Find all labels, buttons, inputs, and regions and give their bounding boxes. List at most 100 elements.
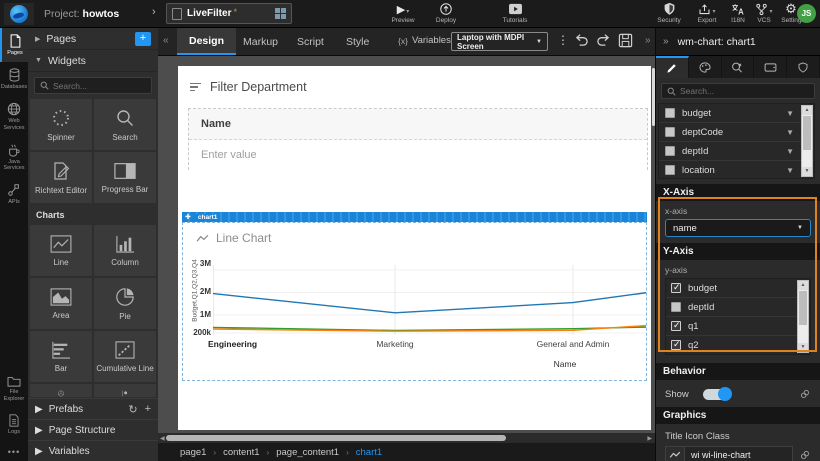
device-selector[interactable]: Laptop with MDPI Screen ▼ xyxy=(451,32,548,51)
chart-selection-bar[interactable]: ✚ chart1 xyxy=(182,212,647,222)
checkbox[interactable] xyxy=(671,321,681,331)
checkbox[interactable] xyxy=(665,165,675,175)
scroll-up-icon[interactable]: ▲ xyxy=(798,281,808,290)
redo-icon[interactable] xyxy=(596,33,611,47)
line-chart-widget[interactable]: Line Chart Budget,Q1,Q2,Q3,Q4 3M 2M 1M 2… xyxy=(182,222,647,381)
tab-style[interactable]: Style xyxy=(334,28,381,55)
preview-button[interactable]: ▶▾ Preview xyxy=(382,2,424,24)
prefabs-section-header[interactable]: ▶ Prefabs ↻ + xyxy=(28,398,158,419)
variables-button[interactable]: {x} Variables ▾ xyxy=(398,35,458,46)
widget-search-input[interactable] xyxy=(53,81,143,91)
scroll-down-icon[interactable]: ▼ xyxy=(798,343,808,352)
y-option-deptid[interactable]: deptId xyxy=(666,298,810,317)
chevron-down-icon[interactable]: ▼ xyxy=(786,166,794,175)
breadcrumb-chart1[interactable]: chart1 xyxy=(356,447,382,458)
field-list-scrollbar[interactable]: ▲ ▼ xyxy=(801,105,813,177)
property-search-input[interactable] xyxy=(680,86,800,96)
tab-device[interactable] xyxy=(754,56,787,78)
widget-tile-area[interactable]: Area xyxy=(30,278,92,329)
bind-property-icon[interactable] xyxy=(799,388,811,400)
bind-property-icon[interactable] xyxy=(799,449,811,461)
scroll-down-icon[interactable]: ▼ xyxy=(802,167,812,176)
security-button[interactable]: Security xyxy=(648,2,690,24)
widget-search[interactable] xyxy=(34,77,152,94)
field-row-location[interactable]: location ▼ xyxy=(659,161,814,179)
checkbox[interactable] xyxy=(665,146,675,156)
checkbox[interactable] xyxy=(671,283,681,293)
widget-tile-partial-2[interactable] xyxy=(94,384,156,397)
variables-section-header[interactable]: ▶ Variables xyxy=(28,440,158,461)
collapse-right-icon[interactable]: » xyxy=(645,35,651,46)
wavemaker-logo[interactable] xyxy=(4,3,34,25)
widget-tile-column[interactable]: Column xyxy=(94,225,156,276)
y-axis-section-header[interactable]: Y-Axis xyxy=(656,243,820,260)
breadcrumb-page1[interactable]: page1 xyxy=(180,447,206,458)
field-row-deptcode[interactable]: deptCode ▼ xyxy=(659,123,814,142)
widget-tile-line[interactable]: Line xyxy=(30,225,92,276)
rail-item-web-services[interactable]: Web Services xyxy=(0,96,28,137)
checkbox[interactable] xyxy=(671,340,681,350)
rail-more-button[interactable]: ••• xyxy=(0,441,28,459)
scroll-left-icon[interactable]: ◀ xyxy=(160,435,165,442)
user-avatar[interactable]: JS xyxy=(797,4,816,23)
panel-collapse-icon[interactable]: » xyxy=(663,36,669,47)
save-icon[interactable] xyxy=(618,33,633,48)
widget-tile-cumulative-line[interactable]: Cumulative Line xyxy=(94,331,156,382)
title-icon-class-input[interactable] xyxy=(685,446,793,461)
rail-item-file-explorer[interactable]: File Explorer xyxy=(0,369,28,408)
breadcrumb-page-content1[interactable]: page_content1 xyxy=(276,447,339,458)
x-axis-select[interactable]: name ▼ xyxy=(665,219,811,237)
y-option-budget[interactable]: budget xyxy=(666,279,810,298)
tab-script[interactable]: Script xyxy=(285,28,336,55)
name-field-input[interactable] xyxy=(189,149,619,161)
livefilter-widget[interactable]: Name xyxy=(188,108,648,170)
widget-tile-bar[interactable]: Bar xyxy=(30,331,92,382)
field-row-budget[interactable]: budget ▼ xyxy=(659,104,814,123)
widgets-section-header[interactable]: ▼ Widgets xyxy=(28,50,158,72)
widget-tile-spinner[interactable]: Spinner xyxy=(30,99,92,150)
refresh-prefabs-icon[interactable]: ↻ xyxy=(128,403,137,416)
scroll-right-icon[interactable]: ▶ xyxy=(647,435,652,442)
y-axis-list-scrollbar[interactable]: ▲ ▼ xyxy=(797,280,809,353)
x-axis-section-header[interactable]: X-Axis xyxy=(656,184,820,201)
canvas-horizontal-scrollbar[interactable]: ◀ ▶ xyxy=(158,433,655,443)
graphics-section-header[interactable]: Graphics xyxy=(656,407,820,424)
rail-item-databases[interactable]: Databases xyxy=(0,62,28,96)
collapse-left-icon[interactable]: « xyxy=(163,35,169,46)
scroll-thumb[interactable] xyxy=(799,291,807,325)
tab-markup[interactable]: Markup xyxy=(231,28,290,55)
add-prefab-icon[interactable]: + xyxy=(145,403,151,416)
y-option-q2[interactable]: q2 xyxy=(666,336,810,355)
show-toggle[interactable] xyxy=(703,389,731,400)
file-tab-livefilter[interactable]: LiveFilter * xyxy=(166,3,292,24)
property-search[interactable] xyxy=(661,83,815,99)
undo-icon[interactable] xyxy=(574,33,589,47)
widget-tile-search[interactable]: Search xyxy=(94,99,156,150)
tutorials-button[interactable]: Tutorials xyxy=(494,2,536,24)
widget-tile-pie[interactable]: Pie xyxy=(94,278,156,329)
deploy-button[interactable]: Deploy xyxy=(425,2,467,24)
kebab-menu-icon[interactable]: ⋮ xyxy=(557,33,569,47)
rail-item-pages[interactable]: Pages xyxy=(0,28,28,62)
scroll-up-icon[interactable]: ▲ xyxy=(802,106,812,115)
tab-security[interactable] xyxy=(787,56,820,78)
add-page-button[interactable]: + xyxy=(135,32,151,46)
chevron-down-icon[interactable]: ▼ xyxy=(786,147,794,156)
pages-section-header[interactable]: ▶ Pages + xyxy=(28,28,158,50)
checkbox[interactable] xyxy=(665,108,675,118)
breadcrumb-content1[interactable]: content1 xyxy=(223,447,259,458)
rail-item-apis[interactable]: APIs xyxy=(0,177,28,211)
field-row-deptid[interactable]: deptId ▼ xyxy=(659,142,814,161)
chevron-down-icon[interactable]: ▼ xyxy=(786,128,794,137)
checkbox[interactable] xyxy=(671,302,681,312)
widget-tile-richtext-editor[interactable]: Richtext Editor xyxy=(30,152,92,203)
behavior-section-header[interactable]: Behavior xyxy=(656,363,820,380)
horizontal-scroll-thumb[interactable] xyxy=(166,435,506,441)
checkbox[interactable] xyxy=(665,127,675,137)
rail-item-java-services[interactable]: Java Services xyxy=(0,137,28,178)
widget-tile-progress-bar[interactable]: Progress Bar xyxy=(94,152,156,203)
tab-events[interactable] xyxy=(722,56,755,78)
widget-tile-partial-1[interactable] xyxy=(30,384,92,397)
scroll-thumb[interactable] xyxy=(803,116,811,150)
tab-design[interactable]: Design xyxy=(177,28,236,55)
